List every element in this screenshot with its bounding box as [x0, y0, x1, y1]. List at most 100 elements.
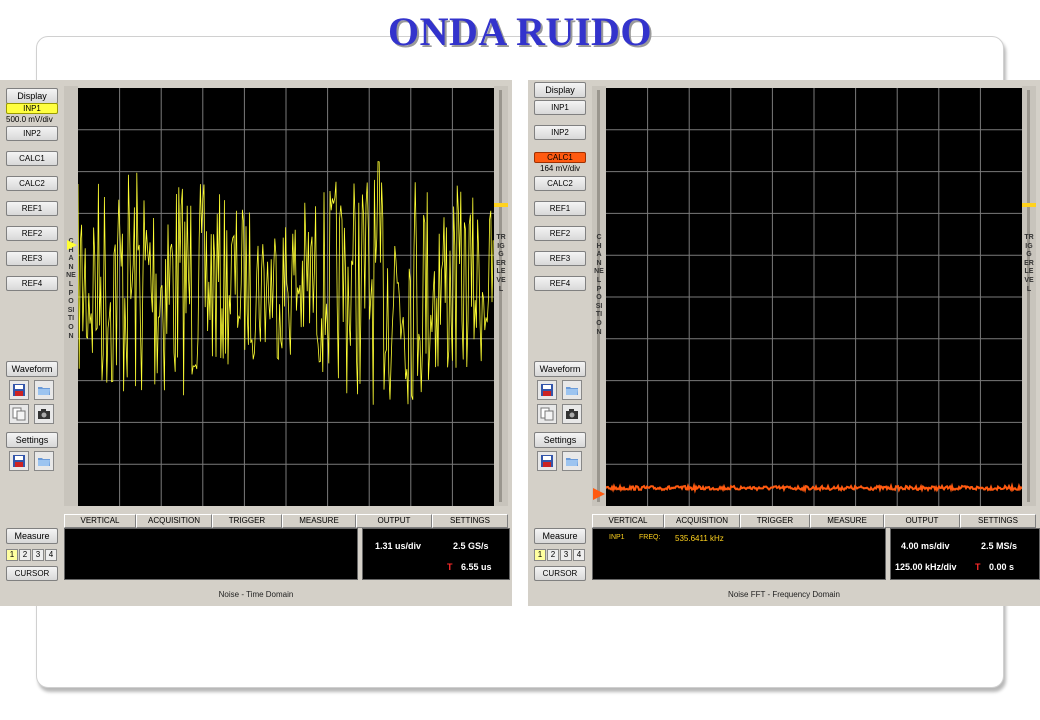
channel-marker-icon[interactable] — [593, 488, 605, 500]
measure-button[interactable]: Measure — [6, 528, 58, 544]
channel-button-inp1[interactable]: INP1 — [6, 103, 58, 114]
channel-button-calc2[interactable]: CALC2 — [534, 176, 586, 191]
timebase-readout: 1.31 us/div — [375, 541, 422, 551]
frequency-domain-plot — [606, 88, 1022, 506]
sample-rate-readout: 2.5 MS/s — [981, 541, 1018, 551]
trigger-level-label: TRIGGER LEVEL — [496, 234, 506, 293]
open-folder-icon[interactable] — [34, 451, 54, 471]
menu-measure[interactable]: MEASURE — [282, 514, 356, 528]
channel-position-label: CHANNEL POSITION — [66, 238, 76, 340]
frequency-domain-screen — [606, 88, 1022, 506]
menu-trigger[interactable]: TRIGGER — [212, 514, 282, 528]
page-1-button[interactable]: 1 — [6, 549, 18, 561]
channel-button-ref1[interactable]: REF1 — [534, 201, 586, 216]
channel-button-calc1[interactable]: CALC1 — [534, 152, 586, 163]
frequency-div-readout: 125.00 kHz/div — [895, 562, 957, 572]
page-3-button[interactable]: 3 — [32, 549, 44, 561]
measure-value-readout: 535.6411 kHz — [675, 534, 724, 543]
channel-position-strip[interactable]: CHANNEL POSITION — [64, 86, 78, 506]
channel-button-ref1[interactable]: REF1 — [6, 201, 58, 216]
cursor-button[interactable]: CURSOR — [534, 566, 586, 581]
time-domain-screen — [78, 88, 494, 506]
channel-button-calc2[interactable]: CALC2 — [6, 176, 58, 191]
left-side-panel: Display INP1 500.0 mV/div INP2 CALC1 CAL… — [2, 80, 62, 606]
menu-output[interactable]: OUTPUT — [356, 514, 432, 528]
open-folder-icon[interactable] — [562, 380, 582, 400]
menu-vertical[interactable]: VERTICAL — [592, 514, 664, 528]
page-2-button[interactable]: 2 — [19, 549, 31, 561]
menu-output[interactable]: OUTPUT — [884, 514, 960, 528]
open-folder-icon[interactable] — [34, 380, 54, 400]
measure-pages: 1 2 3 4 — [534, 549, 585, 561]
trigger-track — [499, 90, 502, 502]
channel-position-strip[interactable]: CHANNEL POSITION — [592, 86, 606, 506]
slide-title: ONDA RUIDO — [388, 9, 652, 54]
trigger-time-readout: 0.00 s — [989, 562, 1015, 572]
page-3-button[interactable]: 3 — [560, 549, 572, 561]
caption-time-domain: Noise - Time Domain — [218, 590, 294, 599]
settings-button[interactable]: Settings — [534, 432, 586, 448]
bottom-menu: VERTICAL ACQUISITION TRIGGER MEASURE OUT… — [64, 514, 508, 528]
save-icon[interactable] — [537, 451, 557, 471]
save-icon[interactable] — [9, 380, 29, 400]
channel-button-ref4[interactable]: REF4 — [6, 276, 58, 291]
menu-acquisition[interactable]: ACQUISITION — [136, 514, 212, 528]
measure-name-label: FREQ: — [639, 534, 661, 541]
copy-icon[interactable] — [537, 404, 557, 424]
waveform-button[interactable]: Waveform — [6, 361, 58, 377]
menu-settings[interactable]: SETTINGS — [960, 514, 1036, 528]
copy-icon[interactable] — [9, 404, 29, 424]
measure-button[interactable]: Measure — [534, 528, 586, 544]
channel-button-inp1[interactable]: INP1 — [534, 100, 586, 115]
channel-scale-label: 164 mV/div — [540, 164, 581, 173]
caption-frequency-domain: Noise FFT - Frequency Domain — [728, 590, 840, 599]
save-icon[interactable] — [9, 451, 29, 471]
trigger-level-marker[interactable] — [1022, 203, 1036, 207]
menu-measure[interactable]: MEASURE — [810, 514, 884, 528]
page-2-button[interactable]: 2 — [547, 549, 559, 561]
scope-frequency-domain: Display INP1 INP2 CALC1 164 mV/div CALC2… — [528, 80, 1040, 606]
trigger-track — [1027, 90, 1030, 502]
save-icon[interactable] — [537, 380, 557, 400]
waveform-button[interactable]: Waveform — [534, 361, 586, 377]
menu-trigger[interactable]: TRIGGER — [740, 514, 810, 528]
channel-button-ref2[interactable]: REF2 — [6, 226, 58, 241]
page-1-button[interactable]: 1 — [534, 549, 546, 561]
channel-button-ref2[interactable]: REF2 — [534, 226, 586, 241]
channel-button-ref3[interactable]: REF3 — [534, 251, 586, 266]
timebase-readout: 4.00 ms/div — [901, 541, 950, 551]
scope-time-domain: Display INP1 500.0 mV/div INP2 CALC1 CAL… — [0, 80, 512, 606]
channel-scale-label: 500.0 mV/div — [6, 115, 53, 124]
camera-icon[interactable] — [34, 404, 54, 424]
sample-rate-readout: 2.5 GS/s — [453, 541, 489, 551]
trigger-time-readout: 6.55 us — [461, 562, 492, 572]
menu-vertical[interactable]: VERTICAL — [64, 514, 136, 528]
channel-button-calc1[interactable]: CALC1 — [6, 151, 58, 166]
channel-button-inp2[interactable]: INP2 — [534, 125, 586, 140]
measurement-area: INP1 FREQ: 535.6411 kHz — [592, 528, 886, 580]
menu-acquisition[interactable]: ACQUISITION — [664, 514, 740, 528]
page-4-button[interactable]: 4 — [45, 549, 57, 561]
measure-pages: 1 2 3 4 — [6, 549, 57, 561]
trigger-level-strip[interactable]: TRIGGER LEVEL — [1022, 86, 1036, 506]
channel-button-ref4[interactable]: REF4 — [534, 276, 586, 291]
trigger-time-marker: T — [447, 562, 453, 572]
measure-source-label: INP1 — [609, 534, 625, 541]
channel-button-ref3[interactable]: REF3 — [6, 251, 58, 266]
trigger-time-marker: T — [975, 562, 981, 572]
trigger-level-strip[interactable]: TRIGGER LEVEL — [494, 86, 508, 506]
measurement-area — [64, 528, 358, 580]
menu-settings[interactable]: SETTINGS — [432, 514, 508, 528]
display-button[interactable]: Display — [534, 82, 586, 98]
timebase-panel: 4.00 ms/div 2.5 MS/s 125.00 kHz/div T 0.… — [890, 528, 1040, 580]
display-button[interactable]: Display — [6, 88, 58, 104]
cursor-button[interactable]: CURSOR — [6, 566, 58, 581]
page-4-button[interactable]: 4 — [573, 549, 585, 561]
settings-button[interactable]: Settings — [6, 432, 58, 448]
channel-marker-icon[interactable] — [65, 240, 77, 250]
open-folder-icon[interactable] — [562, 451, 582, 471]
trigger-level-label: TRIGGER LEVEL — [1024, 234, 1034, 293]
camera-icon[interactable] — [562, 404, 582, 424]
trigger-level-marker[interactable] — [494, 203, 508, 207]
channel-button-inp2[interactable]: INP2 — [6, 126, 58, 141]
